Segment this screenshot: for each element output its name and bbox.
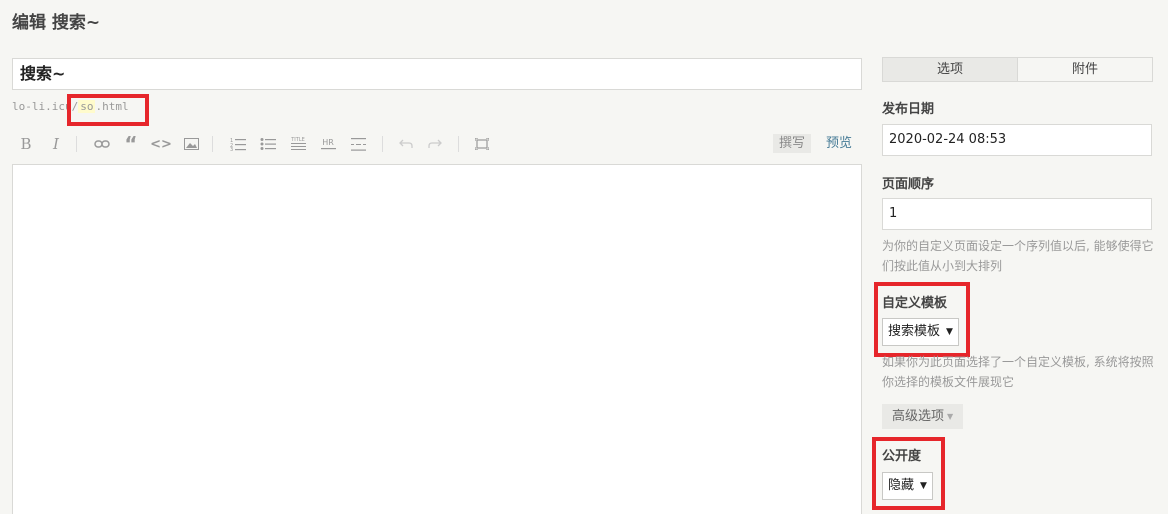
editor-toolbar: B I “ <> 123 TITLE HR 撰写 预览 <box>12 132 862 156</box>
tab-options[interactable]: 选项 <box>883 58 1018 81</box>
more-icon[interactable] <box>346 132 370 156</box>
hr-button-label: HR <box>322 138 334 147</box>
title-input[interactable]: 搜索~ <box>12 58 862 90</box>
template-highlight-box <box>874 282 970 357</box>
link-icon[interactable] <box>90 132 114 156</box>
tab-attachments[interactable]: 附件 <box>1018 58 1152 81</box>
chevron-down-icon: ▼ <box>947 412 954 421</box>
bold-button[interactable]: B <box>14 132 38 156</box>
fullscreen-icon[interactable] <box>470 132 494 156</box>
slug-highlight-box <box>67 94 149 126</box>
advanced-options-button[interactable]: 高级选项 ▼ <box>882 404 964 429</box>
preview-tab[interactable]: 预览 <box>826 134 852 153</box>
write-tab[interactable]: 撰写 <box>773 134 812 153</box>
toolbar-divider <box>458 136 459 152</box>
ordered-list-icon[interactable]: 123 <box>226 132 250 156</box>
quote-button[interactable]: “ <box>119 132 143 156</box>
template-description: 如果你为此页面选择了一个自定义模板, 系统将按照你选择的模板文件展现它 <box>882 355 1154 389</box>
toolbar-divider <box>212 136 213 152</box>
page-order-input[interactable]: 1 <box>882 198 1152 230</box>
svg-text:3: 3 <box>230 147 233 151</box>
redo-icon[interactable] <box>423 132 447 156</box>
sidebar-tabs: 选项 附件 <box>882 57 1153 82</box>
page-title: 编辑 搜索~ <box>12 13 101 33</box>
publish-date-label: 发布日期 <box>882 102 935 117</box>
heading-button[interactable]: TITLE <box>286 132 310 156</box>
toolbar-divider <box>76 136 77 152</box>
page-order-description: 为你的自定义页面设定一个序列值以后, 能够使得它们按此值从小到大排列 <box>882 239 1154 273</box>
italic-button[interactable]: I <box>44 132 68 156</box>
content-editor[interactable] <box>12 164 862 514</box>
toolbar-divider <box>382 136 383 152</box>
undo-icon[interactable] <box>394 132 418 156</box>
hr-button[interactable]: HR <box>316 132 340 156</box>
page-order-label: 页面顺序 <box>882 177 935 192</box>
bullet-list-icon[interactable] <box>256 132 280 156</box>
advanced-options-label: 高级选项 <box>892 409 945 424</box>
publish-date-input[interactable]: 2020-02-24 08:53 <box>882 124 1152 156</box>
code-button[interactable]: <> <box>149 132 173 156</box>
visibility-highlight-box <box>872 437 945 510</box>
image-icon[interactable] <box>179 132 203 156</box>
